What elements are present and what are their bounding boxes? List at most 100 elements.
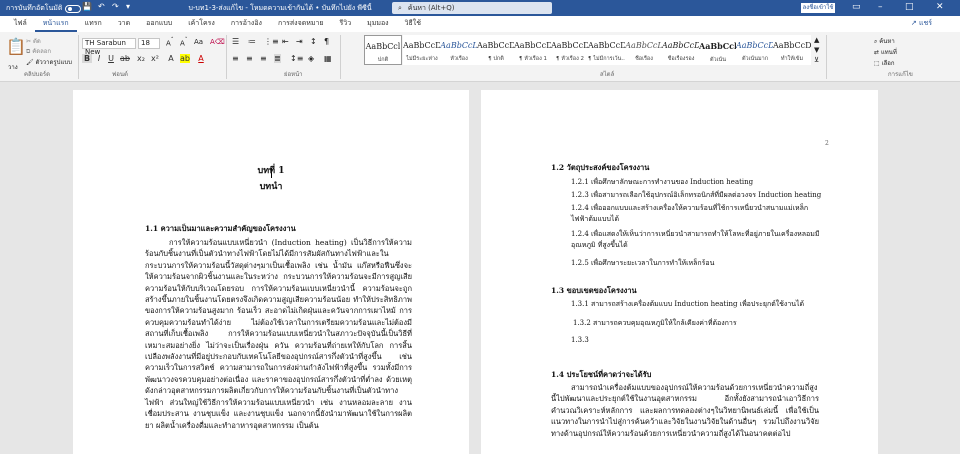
document-page-1[interactable]: บทที่ 1 บทนำ 1.1 ความเป็นมาและความสำคัญข… [73,90,469,454]
font-color-icon[interactable]: A [196,54,206,63]
list-item: 1.2.3 เพื่อสามารถเลือกใช้อุปกรณ์อิเล็กทร… [571,191,822,199]
styles-scroll-down-icon[interactable]: ▼ [814,46,819,54]
replace-button[interactable]: ⇄ แทนที่ [874,47,897,57]
format-painter-button[interactable]: 🖌 ตัววาดรูปแบบ [26,57,72,67]
minimize-button[interactable]: – [878,2,883,12]
style-intense-emphasis[interactable]: AaBbCcD ตัวเน้นมาก [736,35,774,65]
superscript-button[interactable]: x² [150,54,160,63]
style-heading[interactable]: AaBbCcL หัวเรื่อง [440,35,478,65]
shading-icon[interactable]: ◈ [308,54,314,63]
strikethrough-button[interactable]: ab [120,54,130,63]
paragraph-group-label: ย่อหน้า [284,71,303,78]
borders-icon[interactable]: ▦ [324,54,332,63]
ribbon-tabs: ไฟล์ หน้าแรก แทรก วาด ออกแบบ เค้าโครง กา… [0,16,960,32]
tab-mailings[interactable]: การส่งจดหมาย [270,18,332,32]
paste-icon[interactable]: 📋 [6,37,26,56]
separator [78,35,79,79]
style-no-spacing[interactable]: AaBbCcD ไม่มีระยะห่าง [403,35,441,65]
autosave[interactable]: การบันทึกอัตโนมัติ [6,3,82,14]
clear-format-icon[interactable]: A⌫ [210,38,225,46]
section-paragraph: สามารถนำเครื่องต้มแบบของอุปกรณ์ให้ความร้… [551,383,819,438]
tab-home[interactable]: หน้าแรก [34,18,77,32]
maximize-button[interactable]: □ [905,2,914,12]
tab-review[interactable]: รีวิว [332,18,360,32]
italic-button[interactable]: I [94,54,104,63]
style-title[interactable]: AaBbCcL ชื่อเรื่อง [625,35,663,65]
redo-icon[interactable]: ↷ [112,2,119,11]
tab-layout[interactable]: เค้าโครง [180,18,223,32]
tab-references[interactable]: การอ้างอิง [223,18,270,32]
cut-button[interactable]: ✂ ตัด [26,36,41,46]
chapter-title: บทนำ [259,182,283,192]
grow-font-icon[interactable]: Aˆ [166,38,174,47]
list-item: 1.3.3 [571,336,589,344]
multilevel-list-icon[interactable]: ⋮≡ [264,37,279,46]
section-paragraph: การให้ความร้อนแบบเหนี่ยวนำ (Induction he… [145,238,412,430]
list-item: 1.2.4 เพื่อแสดงให้เห็นว่าการเหนี่ยวนำสาม… [571,230,820,250]
copy-button[interactable]: ⧉ คัดลอก [26,46,51,56]
tab-design[interactable]: ออกแบบ [138,18,180,32]
select-button[interactable]: ⬚ เลือก [874,58,895,68]
style-subtitle[interactable]: AaBbCcD ชื่อเรื่องรอง [662,35,700,65]
ribbon-display-icon[interactable]: ▭ [852,2,861,12]
tab-view[interactable]: มุมมอง [359,18,396,32]
customize-icon[interactable]: ▾ [126,2,130,11]
bullets-icon[interactable]: ☰ [232,37,239,46]
bold-button[interactable]: B [82,54,92,63]
paste-label[interactable]: วาง [8,62,18,72]
text-effects-icon[interactable]: A [166,54,176,63]
tab-insert[interactable]: แทรก [77,18,110,32]
style-emphasis[interactable]: AaBbCcl ตัวเน้น [699,35,737,65]
list-item: 1.2.1 เพื่อศึกษาลักษณะการทำงานของ Induct… [571,178,754,186]
style-para-normal[interactable]: AaBbCcD ¶ ปกติ [477,35,515,65]
styles-scroll-up-icon[interactable]: ▲ [814,36,819,44]
increase-indent-icon[interactable]: ⇥ [296,37,303,46]
subscript-button[interactable]: x₂ [136,54,146,63]
search-box[interactable]: ⌕ ค้นหา (Alt+Q) [392,2,552,14]
show-marks-icon[interactable]: ¶ [324,37,329,46]
autosave-toggle[interactable] [65,4,82,13]
find-button[interactable]: ⌕ ค้นหา [874,36,895,46]
tab-file[interactable]: ไฟล์ [6,18,35,32]
tab-draw[interactable]: วาด [110,18,138,32]
change-case-icon[interactable]: Aa [194,38,203,46]
style-para-heading2[interactable]: AaBbCcD ¶ หัวเรื่อง 2 [551,35,589,65]
autosave-label: การบันทึกอัตโนมัติ [6,4,63,12]
share-button[interactable]: ↗ แชร์ [911,18,932,29]
select-icon: ⬚ [874,60,882,67]
share-icon: ↗ [910,19,919,27]
document-page-2[interactable]: 2 1.2 วัตถุประสงค์ของโครงงาน 1.2.1 เพื่อ… [481,90,878,454]
save-icon[interactable]: 💾 [82,2,92,11]
document-title: บ-บท1-3-ส่งแก้ไข - โหมดความเข้ากันได้ • … [188,4,372,12]
separator [826,35,827,79]
sort-icon[interactable]: ↕ [310,37,317,46]
line-spacing-icon[interactable]: ↕≡ [290,54,303,63]
section-heading-1-1: 1.1 ความเป็นมาและความสำคัญของโครงงาน [145,224,296,233]
font-size-box[interactable]: 18 [138,38,160,49]
style-para-heading1[interactable]: AaBbCcD ¶ หัวเรื่อง 1 [514,35,552,65]
style-normal[interactable]: AaBbCcl ปกติ [364,35,402,65]
align-center-icon[interactable]: ≡ [246,54,253,63]
list-item: 1.2.4 เพื่อออกแบบและสร้างเครื่องให้ความร… [571,204,809,224]
separator [226,35,227,79]
sign-in-button[interactable]: ลงชื่อเข้าใช้ [801,3,835,13]
justify-icon[interactable]: ≣ [274,54,281,63]
styles-more-icon[interactable]: ⊻ [814,56,819,64]
close-button[interactable]: ✕ [936,2,944,12]
search-icon: ⌕ [398,3,402,12]
undo-icon[interactable]: ↶ [98,2,105,11]
align-right-icon[interactable]: ≡ [260,54,267,63]
section-heading-1-4: 1.4 ประโยชน์ที่คาดว่าจะได้รับ [551,370,652,379]
shrink-font-icon[interactable]: Aˇ [180,38,188,47]
tab-help[interactable]: วิธีใช้ [397,18,429,32]
font-group-label: ฟอนต์ [112,71,128,78]
align-left-icon[interactable]: ≡ [232,54,239,63]
style-strong[interactable]: AaBbCcD ทำให้เข้ม [773,35,811,65]
decrease-indent-icon[interactable]: ⇤ [282,37,289,46]
font-name-box[interactable]: TH Sarabun New [82,38,136,56]
underline-button[interactable]: U [106,54,116,63]
highlight-icon[interactable]: ab [180,54,190,63]
style-para-no-spacing[interactable]: AaBbCcD ¶ ไม่มีการเว้น... [588,35,626,65]
editing-group-label: การแก้ไข [888,71,913,78]
numbering-icon[interactable]: ≔ [248,37,256,46]
